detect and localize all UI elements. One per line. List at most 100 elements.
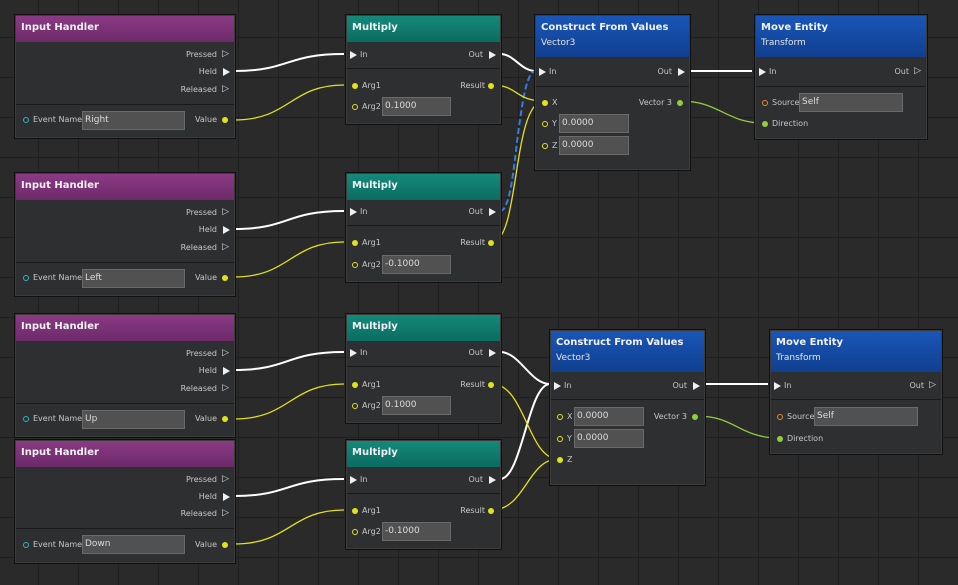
arg1-label: Arg1 xyxy=(362,81,381,90)
exec-in-icon[interactable] xyxy=(350,476,357,484)
event-name-pin-icon[interactable] xyxy=(23,542,29,548)
exec-out-empty-icon[interactable]: ▷ xyxy=(222,509,229,518)
value-out-pin-icon[interactable] xyxy=(222,275,228,281)
event-name-pin-icon[interactable] xyxy=(23,416,29,422)
node-title: Construct From Values Vector3 xyxy=(536,16,689,57)
input-handler-node[interactable]: Input Handler Pressed ▷ Held Released ▷ … xyxy=(14,14,236,139)
exec-out-empty-icon[interactable]: ▷ xyxy=(222,384,229,393)
event-name-field[interactable]: Up xyxy=(82,410,185,429)
source-pin-icon[interactable] xyxy=(777,414,783,420)
multiply-node[interactable]: Multiply In Out Arg1 Result Arg2 0.1000 xyxy=(345,14,502,125)
value-out-pin-icon[interactable] xyxy=(222,542,228,548)
value-out-pin-icon[interactable] xyxy=(222,416,228,422)
exec-in-icon[interactable] xyxy=(759,68,766,76)
arg1-pin-icon[interactable] xyxy=(352,83,358,89)
z-value-field[interactable]: 0.0000 xyxy=(559,136,629,155)
exec-out-icon[interactable] xyxy=(223,68,230,76)
node-title: Input Handler xyxy=(16,441,234,467)
source-pin-icon[interactable] xyxy=(762,100,768,106)
arg1-pin-icon[interactable] xyxy=(352,508,358,514)
exec-out-icon[interactable] xyxy=(223,367,230,375)
pressed-label: Pressed xyxy=(185,50,217,59)
exec-in-icon[interactable] xyxy=(350,349,357,357)
event-name-pin-icon[interactable] xyxy=(23,275,29,281)
exec-in-icon[interactable] xyxy=(350,208,357,216)
exec-out-icon[interactable] xyxy=(489,208,496,216)
x-label: X xyxy=(567,412,573,421)
exec-out-empty-icon[interactable]: ▷ xyxy=(222,243,229,252)
exec-out-icon[interactable] xyxy=(489,51,496,59)
exec-in-icon[interactable] xyxy=(539,68,546,76)
multiply-node[interactable]: Multiply In Out Arg1 Result Arg2 0.1000 xyxy=(345,313,502,424)
event-name-field[interactable]: Right xyxy=(82,111,185,130)
event-name-label: Event Name xyxy=(33,273,83,282)
x-pin-icon[interactable] xyxy=(542,100,548,106)
node-title-text: Construct From Values xyxy=(541,22,669,33)
vector3-out-pin-icon[interactable] xyxy=(692,414,698,420)
exec-in-icon[interactable] xyxy=(554,382,561,390)
construct-from-values-node[interactable]: Construct From Values Vector3 In Out X V… xyxy=(534,14,691,171)
arg2-value-field[interactable]: 0.1000 xyxy=(382,396,451,415)
source-value-field[interactable]: Self xyxy=(799,93,903,112)
exec-out-empty-icon[interactable]: ▷ xyxy=(222,475,229,484)
exec-out-empty-icon[interactable]: ▷ xyxy=(929,381,936,390)
vector3-out-pin-icon[interactable] xyxy=(677,100,683,106)
node-subtitle: Vector3 xyxy=(541,38,576,48)
y-value-field[interactable]: 0.0000 xyxy=(559,114,629,133)
result-label: Result xyxy=(460,81,485,90)
arg2-pin-icon[interactable] xyxy=(352,104,358,110)
exec-in-icon[interactable] xyxy=(774,382,781,390)
out-label: Out xyxy=(672,381,687,390)
exec-out-icon[interactable] xyxy=(489,349,496,357)
exec-out-icon[interactable] xyxy=(489,476,496,484)
in-label: In xyxy=(360,207,368,216)
z-pin-icon[interactable] xyxy=(557,457,563,463)
x-pin-icon[interactable] xyxy=(557,414,563,420)
out-label: Out xyxy=(468,348,483,357)
arg2-value-field[interactable]: -0.1000 xyxy=(382,255,451,274)
arg2-pin-icon[interactable] xyxy=(352,403,358,409)
exec-out-empty-icon[interactable]: ▷ xyxy=(914,67,921,76)
source-value-field[interactable]: Self xyxy=(814,407,918,426)
y-pin-icon[interactable] xyxy=(557,436,563,442)
arg2-value-field[interactable]: 0.1000 xyxy=(382,97,451,116)
result-pin-icon[interactable] xyxy=(488,83,494,89)
direction-pin-icon[interactable] xyxy=(762,121,768,127)
event-name-field[interactable]: Left xyxy=(82,269,185,288)
multiply-node[interactable]: Multiply In Out Arg1 Result Arg2 -0.1000 xyxy=(345,439,502,550)
move-entity-node[interactable]: Move Entity Transform In Out ▷ Source Se… xyxy=(769,329,943,455)
exec-in-icon[interactable] xyxy=(350,51,357,59)
value-out-pin-icon[interactable] xyxy=(222,117,228,123)
event-name-field[interactable]: Down xyxy=(82,535,185,554)
construct-from-values-node[interactable]: Construct From Values Vector3 In Out X 0… xyxy=(549,329,706,486)
exec-out-icon[interactable] xyxy=(678,68,685,76)
event-name-pin-icon[interactable] xyxy=(23,117,29,123)
arg2-pin-icon[interactable] xyxy=(352,529,358,535)
input-handler-node[interactable]: Input Handler Pressed ▷ Held Released ▷ … xyxy=(14,313,236,438)
result-pin-icon[interactable] xyxy=(488,508,494,514)
exec-out-empty-icon[interactable]: ▷ xyxy=(222,50,229,59)
input-handler-node[interactable]: Input Handler Pressed ▷ Held Released ▷ … xyxy=(14,439,236,564)
x-value-field[interactable]: 0.0000 xyxy=(574,407,644,426)
result-pin-icon[interactable] xyxy=(488,382,494,388)
direction-pin-icon[interactable] xyxy=(777,436,783,442)
result-pin-icon[interactable] xyxy=(488,240,494,246)
multiply-node[interactable]: Multiply In Out Arg1 Result Arg2 -0.1000 xyxy=(345,172,502,283)
y-pin-icon[interactable] xyxy=(542,121,548,127)
exec-out-icon[interactable] xyxy=(223,226,230,234)
in-label: In xyxy=(549,67,557,76)
y-value-field[interactable]: 0.0000 xyxy=(574,429,644,448)
arg1-pin-icon[interactable] xyxy=(352,240,358,246)
z-pin-icon[interactable] xyxy=(542,143,548,149)
move-entity-node[interactable]: Move Entity Transform In Out ▷ Source Se… xyxy=(754,14,928,140)
input-handler-node[interactable]: Input Handler Pressed ▷ Held Released ▷ … xyxy=(14,172,236,297)
arg2-pin-icon[interactable] xyxy=(352,262,358,268)
exec-out-icon[interactable] xyxy=(693,382,700,390)
exec-out-icon[interactable] xyxy=(223,493,230,501)
exec-wire xyxy=(233,53,345,72)
exec-out-empty-icon[interactable]: ▷ xyxy=(222,85,229,94)
arg1-pin-icon[interactable] xyxy=(352,382,358,388)
arg2-value-field[interactable]: -0.1000 xyxy=(382,522,451,541)
exec-out-empty-icon[interactable]: ▷ xyxy=(222,349,229,358)
exec-out-empty-icon[interactable]: ▷ xyxy=(222,208,229,217)
